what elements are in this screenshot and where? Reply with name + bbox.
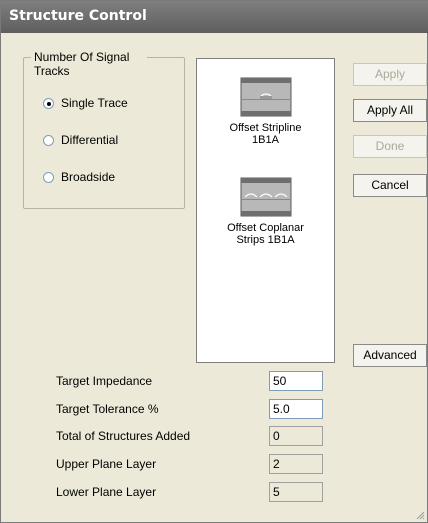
radio-label-single-trace: Single Trace — [61, 96, 128, 110]
structure-label-line2: 1B1A — [252, 134, 279, 146]
radio-broadside[interactable]: Broadside — [43, 170, 115, 184]
structure-label-line1: Offset Stripline — [229, 122, 302, 134]
structure-control-window: Structure Control Number Of Signal Track… — [0, 0, 428, 523]
advanced-button[interactable]: Advanced — [353, 344, 427, 367]
structure-label-line1: Offset Coplanar — [227, 222, 304, 234]
total-structures-field: 0 — [269, 426, 323, 446]
radio-indicator[interactable] — [43, 171, 54, 183]
radio-label-differential: Differential — [61, 133, 119, 147]
radio-indicator[interactable] — [43, 97, 54, 109]
signal-tracks-legend: Number Of Signal Tracks — [31, 50, 147, 78]
title-bar[interactable]: Structure Control — [1, 1, 428, 33]
apply-all-button[interactable]: Apply All — [353, 99, 427, 122]
target-impedance-input[interactable]: 50 — [269, 371, 323, 391]
radio-indicator[interactable] — [43, 134, 54, 146]
window-title: Structure Control — [9, 8, 147, 24]
target-impedance-label: Target Impedance — [56, 374, 153, 388]
target-tolerance-label: Target Tolerance % — [56, 402, 159, 416]
radio-single-trace[interactable]: Single Trace — [43, 96, 128, 110]
cancel-button[interactable]: Cancel — [353, 174, 427, 197]
structure-item-offset-stripline[interactable]: Offset Stripline 1B1A — [197, 77, 334, 146]
done-button[interactable]: Done — [353, 135, 427, 158]
total-structures-label: Total of Structures Added — [56, 429, 191, 443]
upper-plane-label: Upper Plane Layer — [56, 457, 157, 471]
radio-differential[interactable]: Differential — [43, 133, 118, 147]
structure-list[interactable]: Offset Stripline 1B1A Offset Coplanar St… — [196, 58, 335, 363]
lower-plane-label: Lower Plane Layer — [56, 485, 157, 499]
lower-plane-field: 5 — [269, 482, 323, 502]
structure-item-offset-coplanar-strips[interactable]: Offset Coplanar Strips 1B1A — [197, 177, 334, 246]
offset-coplanar-strips-icon — [240, 177, 291, 217]
upper-plane-field: 2 — [269, 454, 323, 474]
radio-label-broadside: Broadside — [61, 170, 116, 184]
structure-label-line2: Strips 1B1A — [236, 234, 295, 246]
apply-button[interactable]: Apply — [353, 63, 427, 86]
resize-grip-icon[interactable] — [415, 510, 425, 520]
offset-stripline-icon — [240, 77, 291, 117]
target-tolerance-input[interactable]: 5.0 — [269, 399, 323, 419]
